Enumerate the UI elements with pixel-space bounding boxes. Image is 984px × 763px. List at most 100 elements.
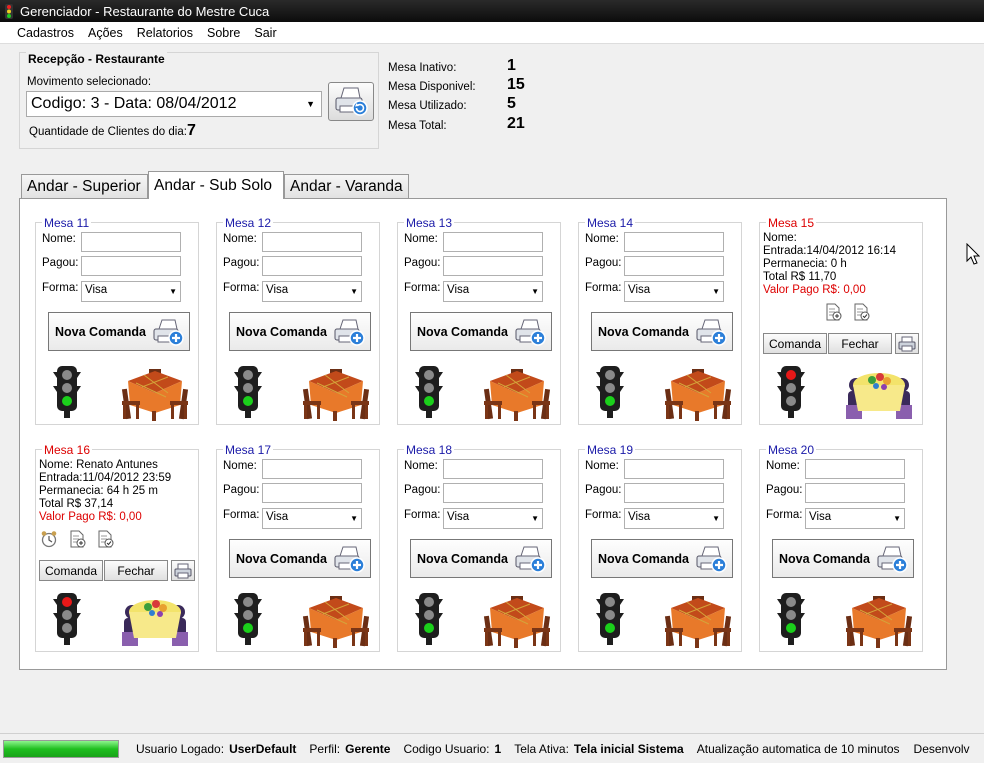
forma-label: Forma: bbox=[404, 282, 441, 294]
forma-select[interactable]: Visa ▼ bbox=[624, 281, 724, 302]
comanda-button[interactable]: Comanda bbox=[763, 333, 827, 354]
forma-value: Visa bbox=[628, 284, 651, 296]
forma-select[interactable]: Visa ▼ bbox=[624, 508, 724, 529]
printer-add-icon bbox=[696, 319, 727, 346]
note-add-icon[interactable] bbox=[824, 303, 842, 324]
pagou-input[interactable] bbox=[443, 256, 543, 276]
pagou-input[interactable] bbox=[624, 256, 724, 276]
mesa-card-11: Mesa 11 Nome: Pagou: Forma: Visa ▼ Nova C… bbox=[35, 216, 199, 425]
movimento-label: Movimento selecionado: bbox=[27, 76, 152, 88]
menu-sair[interactable]: Sair bbox=[254, 26, 276, 40]
nova-comanda-label: Nova Comanda bbox=[55, 324, 146, 339]
movimento-select[interactable]: Codigo: 3 - Data: 08/04/2012 ▼ bbox=[26, 91, 322, 117]
pagou-input[interactable] bbox=[805, 483, 905, 503]
refresh-movimento-button[interactable] bbox=[328, 82, 374, 121]
mesa-title: Mesa 17 bbox=[223, 443, 274, 457]
pagou-label: Pagou: bbox=[404, 484, 441, 496]
pagou-label: Pagou: bbox=[585, 484, 622, 496]
menu-sobre[interactable]: Sobre bbox=[207, 26, 240, 40]
forma-select[interactable]: Visa ▼ bbox=[805, 508, 905, 529]
forma-select[interactable]: Visa ▼ bbox=[81, 281, 181, 302]
nova-comanda-button[interactable]: Nova Comanda bbox=[591, 539, 733, 578]
pagou-input[interactable] bbox=[262, 483, 362, 503]
nova-comanda-button[interactable]: Nova Comanda bbox=[772, 539, 914, 578]
forma-select[interactable]: Visa ▼ bbox=[262, 281, 362, 302]
print-button[interactable] bbox=[171, 560, 195, 581]
menu-relatorios[interactable]: Relatorios bbox=[137, 26, 193, 40]
status-bar: Usuario Logado: UserDefault Perfil: Gere… bbox=[0, 733, 984, 763]
pagou-label: Pagou: bbox=[766, 484, 803, 496]
pagou-input[interactable] bbox=[443, 483, 543, 503]
tela-label: Tela Ativa: bbox=[514, 741, 569, 756]
mesa-card-12: Mesa 12 Nome: Pagou: Forma: Visa ▼ Nova C… bbox=[216, 216, 380, 425]
mesa-valor-pago: Valor Pago R$: 0,00 bbox=[763, 284, 866, 296]
note-add-icon[interactable] bbox=[68, 530, 86, 551]
menu-cadastros[interactable]: Cadastros bbox=[17, 26, 74, 40]
mesa-card-18: Mesa 18 Nome: Pagou: Forma: Visa ▼ Nova C… bbox=[397, 443, 561, 652]
fechar-button[interactable]: Fechar bbox=[828, 333, 892, 354]
traffic-light-green-icon bbox=[415, 593, 443, 645]
tab-andar-varanda[interactable]: Andar - Varanda bbox=[284, 174, 409, 198]
mesa-card-16: Mesa 16 Nome: Renato Antunes Entrada:11/… bbox=[35, 443, 199, 652]
nova-comanda-label: Nova Comanda bbox=[598, 324, 689, 339]
nova-comanda-label: Nova Comanda bbox=[236, 324, 327, 339]
traffic-light-red-icon bbox=[777, 366, 805, 418]
mesa-total: Total R$ 37,14 bbox=[39, 498, 114, 510]
comanda-button[interactable]: Comanda bbox=[39, 560, 103, 581]
traffic-light-green-icon bbox=[53, 366, 81, 418]
dining-table-icon bbox=[483, 596, 551, 648]
stat-total-label: Mesa Total: bbox=[388, 120, 447, 132]
fechar-button[interactable]: Fechar bbox=[104, 560, 168, 581]
title-bar: Gerenciador - Restaurante do Mestre Cuca bbox=[0, 0, 984, 22]
alarm-icon[interactable] bbox=[40, 530, 58, 551]
forma-select[interactable]: Visa ▼ bbox=[443, 508, 543, 529]
nome-input[interactable] bbox=[805, 459, 905, 479]
nova-comanda-button[interactable]: Nova Comanda bbox=[410, 312, 552, 351]
nova-comanda-button[interactable]: Nova Comanda bbox=[48, 312, 190, 351]
nome-input[interactable] bbox=[262, 232, 362, 252]
nome-label: Nome: bbox=[404, 233, 438, 245]
printer-add-icon bbox=[696, 546, 727, 573]
menu-bar: Cadastros Ações Relatorios Sobre Sair bbox=[0, 22, 984, 44]
codigo-label: Codigo Usuario: bbox=[403, 741, 490, 756]
nova-comanda-button[interactable]: Nova Comanda bbox=[591, 312, 733, 351]
nome-input[interactable] bbox=[443, 459, 543, 479]
nova-comanda-button[interactable]: Nova Comanda bbox=[229, 539, 371, 578]
traffic-light-green-icon bbox=[596, 593, 624, 645]
traffic-light-red-icon bbox=[53, 593, 81, 645]
pagou-label: Pagou: bbox=[42, 257, 79, 269]
note-check-icon[interactable] bbox=[96, 530, 114, 551]
pagou-input[interactable] bbox=[624, 483, 724, 503]
printer-add-icon bbox=[334, 546, 365, 573]
pagou-input[interactable] bbox=[262, 256, 362, 276]
tab-andar-superior[interactable]: Andar - Superior bbox=[21, 174, 148, 198]
comanda-label: Comanda bbox=[768, 336, 822, 351]
print-button[interactable] bbox=[895, 333, 919, 354]
chevron-down-icon: ▼ bbox=[531, 287, 539, 296]
pagou-label: Pagou: bbox=[223, 257, 260, 269]
printer-add-icon bbox=[334, 319, 365, 346]
tab-andar-sub-solo[interactable]: Andar - Sub Solo bbox=[148, 171, 284, 199]
printer-add-icon bbox=[515, 319, 546, 346]
chevron-down-icon: ▼ bbox=[531, 514, 539, 523]
stat-utilizado-value: 5 bbox=[507, 95, 516, 112]
note-check-icon[interactable] bbox=[852, 303, 870, 324]
nome-input[interactable] bbox=[624, 459, 724, 479]
nome-input[interactable] bbox=[443, 232, 543, 252]
nome-input[interactable] bbox=[81, 232, 181, 252]
forma-value: Visa bbox=[809, 511, 832, 523]
menu-acoes[interactable]: Ações bbox=[88, 26, 123, 40]
pagou-input[interactable] bbox=[81, 256, 181, 276]
dining-table-icon bbox=[483, 369, 551, 421]
fechar-label: Fechar bbox=[117, 563, 155, 578]
mesa-title: Mesa 20 bbox=[766, 443, 817, 457]
nova-comanda-button[interactable]: Nova Comanda bbox=[229, 312, 371, 351]
nome-input[interactable] bbox=[624, 232, 724, 252]
nome-input[interactable] bbox=[262, 459, 362, 479]
forma-select[interactable]: Visa ▼ bbox=[443, 281, 543, 302]
nova-comanda-button[interactable]: Nova Comanda bbox=[410, 539, 552, 578]
recepcao-groupbox: Recepção - Restaurante Movimento selecio… bbox=[19, 52, 379, 149]
nova-comanda-label: Nova Comanda bbox=[236, 551, 327, 566]
forma-select[interactable]: Visa ▼ bbox=[262, 508, 362, 529]
occupied-table-icon bbox=[846, 373, 912, 419]
